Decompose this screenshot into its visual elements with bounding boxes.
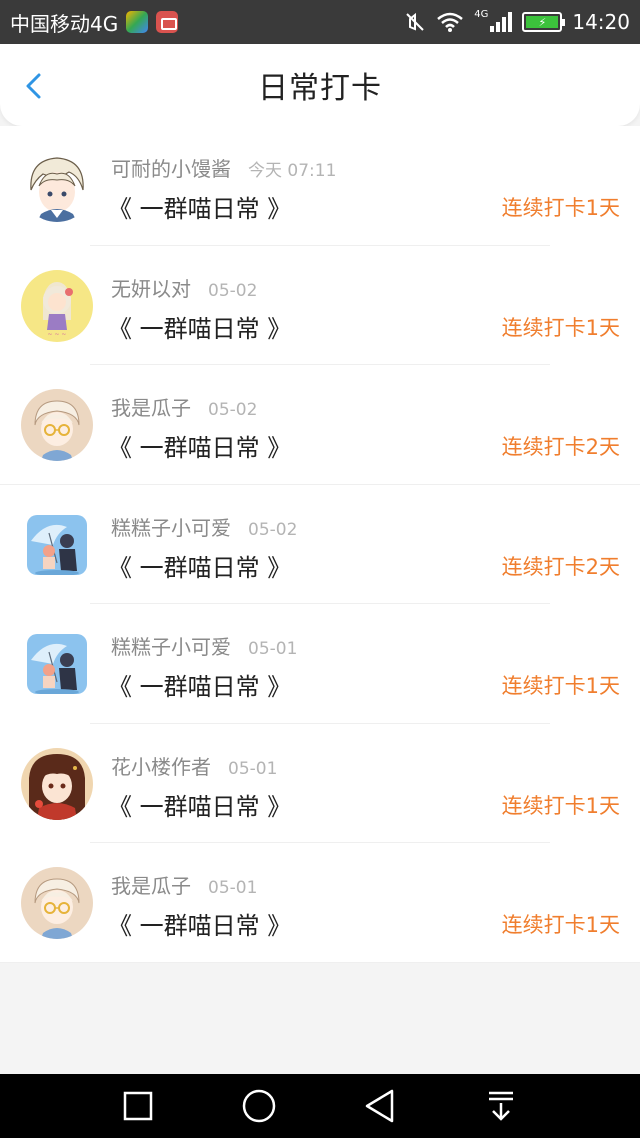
list-item[interactable]: 可耐的小馒酱 今天 07:11 《 一群喵日常 》 连续打卡1天 [0, 126, 640, 246]
book-title[interactable]: 《 一群喵日常 》 [108, 906, 291, 941]
checkin-time: 05-02 [208, 400, 258, 420]
avatar[interactable] [21, 389, 93, 461]
avatar[interactable] [21, 748, 93, 820]
mail-app-icon [156, 11, 179, 33]
avatar[interactable] [27, 515, 87, 575]
checkin-time: 05-01 [248, 639, 298, 659]
wifi-icon [437, 12, 464, 32]
carrier-label: 中国移动4G [10, 11, 119, 36]
checkin-time: 05-02 [248, 519, 298, 540]
streak-label: 连续打卡2天 [501, 435, 620, 459]
book-title[interactable]: 《 一群喵日常 》 [108, 309, 291, 344]
list-item[interactable]: 糕糕子小可爱 05-02 《 一群喵日常 》 连续打卡2天 [0, 485, 640, 604]
list-item[interactable]: 花小楼作者 05-01 《 一群喵日常 》 连续打卡1天 [0, 724, 640, 843]
mute-icon [406, 12, 424, 31]
system-nav-bar [0, 1074, 640, 1138]
book-title[interactable]: 《 一群喵日常 》 [108, 548, 291, 583]
avatar[interactable] [21, 867, 93, 939]
user-name[interactable]: 花小楼作者 [111, 751, 211, 780]
streak-label: 连续打卡1天 [501, 196, 620, 220]
status-time: 14:20 [572, 10, 630, 34]
signal-icon [490, 12, 513, 32]
streak-label: 连续打卡1天 [501, 913, 620, 937]
book-title[interactable]: 《 一群喵日常 》 [108, 667, 291, 702]
chevron-left-icon[interactable] [20, 72, 48, 100]
book-title[interactable]: 《 一群喵日常 》 [108, 189, 291, 224]
network-type-label: 4G [474, 8, 489, 20]
checkin-time: 05-01 [228, 758, 278, 779]
list-item[interactable]: 无妍以对 05-02 《 一群喵日常 》 连续打卡1天 [0, 246, 640, 365]
list-item[interactable]: 我是瓜子 05-01 《 一群喵日常 》 连续打卡1天 [0, 843, 640, 963]
streak-label: 连续打卡1天 [501, 793, 620, 818]
user-name[interactable]: 无妍以对 [111, 273, 191, 302]
status-bar: 中国移动4G 4G ⚡ 14:20 [0, 0, 640, 44]
notification-pull-icon[interactable] [483, 1088, 519, 1124]
battery-charging-icon: ⚡ [522, 12, 566, 32]
back-icon[interactable] [362, 1088, 398, 1124]
user-name[interactable]: 我是瓜子 [111, 870, 191, 899]
streak-label: 连续打卡1天 [501, 315, 620, 340]
home-icon[interactable] [241, 1088, 277, 1124]
checkin-time: 05-02 [208, 280, 258, 301]
user-name[interactable]: 糕糕子小可爱 [111, 512, 231, 541]
checkin-time: 今天 07:11 [248, 161, 337, 181]
photos-app-icon [126, 11, 149, 33]
page-title: 日常打卡 [258, 71, 382, 106]
user-name[interactable]: 糕糕子小可爱 [111, 631, 231, 660]
book-title[interactable]: 《 一群喵日常 》 [108, 428, 291, 463]
streak-label: 连续打卡1天 [501, 674, 620, 698]
divider [0, 961, 640, 963]
checkin-list: 可耐的小馒酱 今天 07:11 《 一群喵日常 》 连续打卡1天 无妍以对 05… [0, 126, 640, 963]
avatar[interactable] [27, 634, 87, 694]
streak-label: 连续打卡2天 [501, 554, 620, 579]
recent-apps-icon[interactable] [120, 1088, 156, 1124]
checkin-time: 05-01 [208, 878, 258, 898]
avatar[interactable] [21, 150, 93, 222]
user-name[interactable]: 可耐的小馒酱 [111, 153, 231, 182]
avatar[interactable] [21, 270, 93, 342]
list-item[interactable]: 我是瓜子 05-02 《 一群喵日常 》 连续打卡2天 [0, 365, 640, 485]
book-title[interactable]: 《 一群喵日常 》 [108, 787, 291, 822]
header: 日常打卡 [0, 44, 640, 126]
user-name[interactable]: 我是瓜子 [111, 392, 191, 421]
list-item[interactable]: 糕糕子小可爱 05-01 《 一群喵日常 》 连续打卡1天 [0, 604, 640, 724]
